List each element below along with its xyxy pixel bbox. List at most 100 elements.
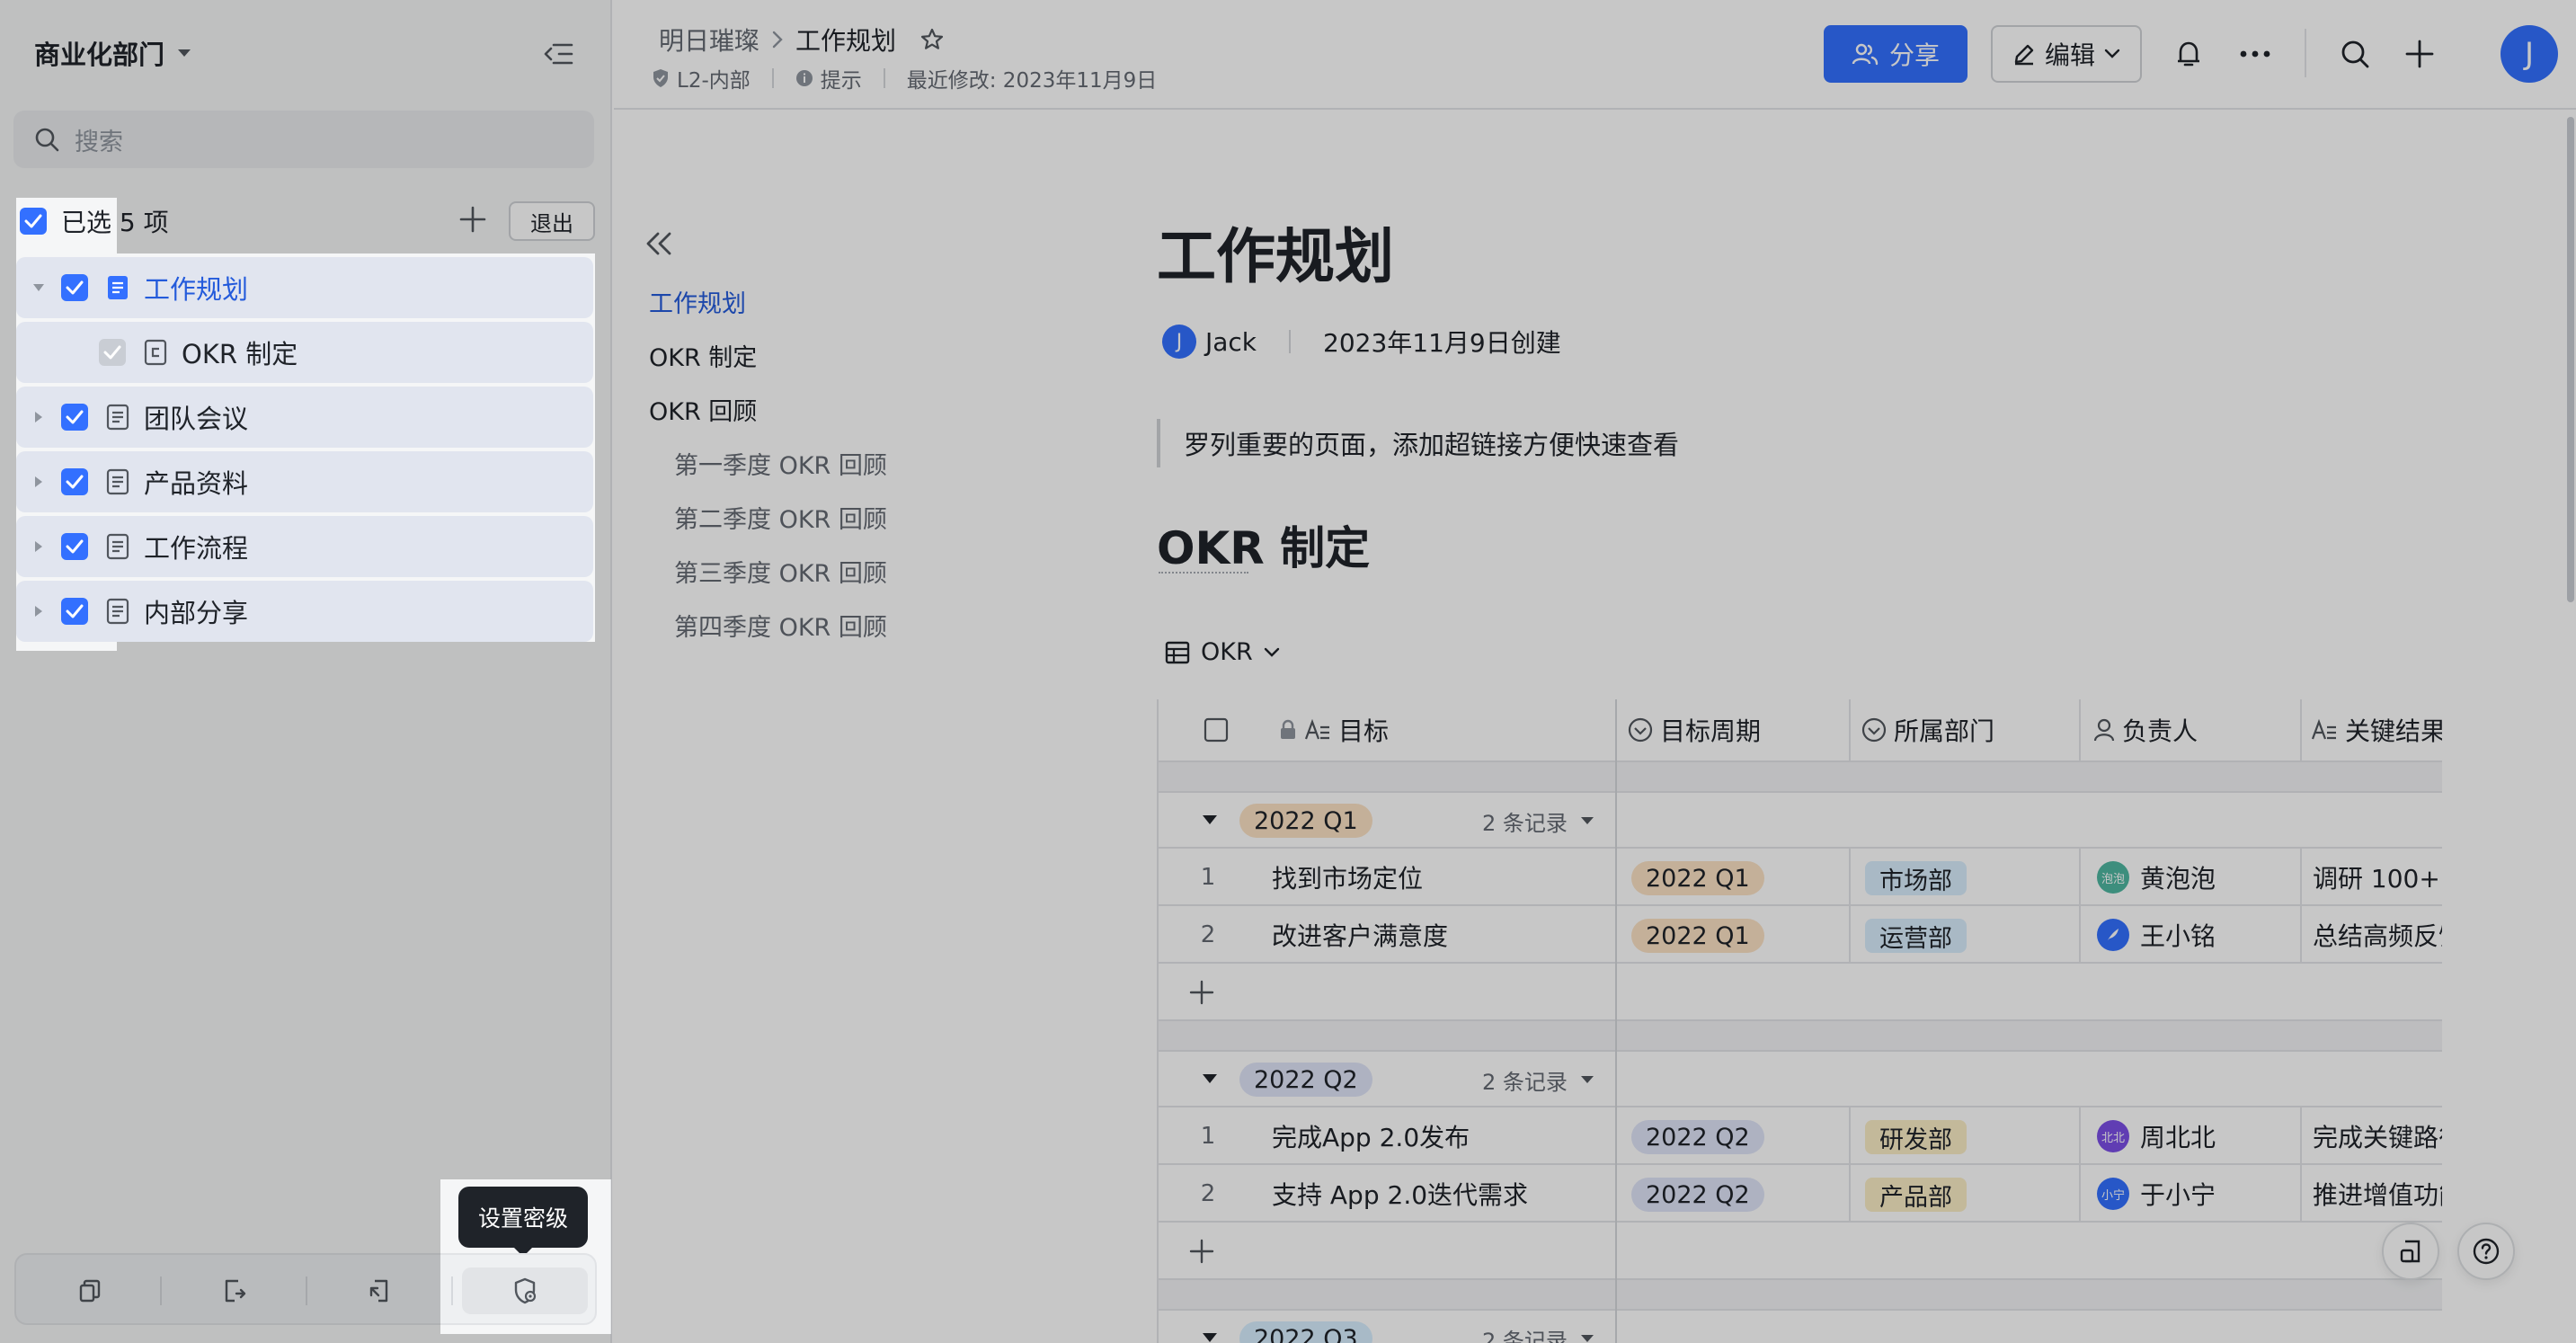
- tree-item-team-meeting[interactable]: 团队会议: [16, 387, 593, 448]
- move-button[interactable]: [171, 1267, 297, 1314]
- add-row-button[interactable]: [1159, 1223, 2442, 1280]
- star-icon[interactable]: [919, 27, 945, 52]
- dept-tag[interactable]: 产品部: [1865, 1178, 1967, 1212]
- period-tag[interactable]: 2022 Q1: [1631, 919, 1764, 953]
- period-tag[interactable]: 2022 Q2: [1631, 1178, 1764, 1212]
- toc-item[interactable]: OKR 回顾: [649, 392, 757, 427]
- doc-info-button[interactable]: [2382, 1223, 2439, 1280]
- toc-subitem[interactable]: 第二季度 OKR 回顾: [674, 500, 887, 535]
- toc-subitem[interactable]: 第四季度 OKR 回顾: [674, 608, 887, 643]
- quote-block[interactable]: 罗列重要的页面，添加超链接方便快速查看: [1157, 419, 1679, 467]
- owner-cell[interactable]: 北北 周北北: [2097, 1107, 2216, 1165]
- workspace-switcher[interactable]: 商业化部门: [34, 34, 191, 72]
- tree-item-product-docs[interactable]: 产品资料: [16, 451, 593, 512]
- expand-right-icon[interactable]: [27, 411, 50, 423]
- table-view-selector[interactable]: OKR: [1165, 638, 1280, 666]
- group-header[interactable]: 2022 Q1 2 条记录: [1159, 793, 2442, 849]
- plus-icon: [1189, 1239, 1214, 1264]
- group-count[interactable]: 2 条记录: [1482, 1052, 1594, 1107]
- table-row[interactable]: 2 改进客户满意度 2022 Q1 运营部 王小铭 总结高频反馈: [1159, 906, 2442, 964]
- collapse-group-icon[interactable]: [1202, 1073, 1218, 1084]
- expand-down-icon[interactable]: [27, 283, 50, 292]
- key-result-cell[interactable]: 推进增值功能: [2313, 1165, 2442, 1223]
- toc-item[interactable]: 工作规划: [649, 284, 746, 319]
- group-header[interactable]: 2022 Q3 2 条记录: [1159, 1311, 2442, 1343]
- search-input[interactable]: 搜索: [13, 111, 594, 168]
- goal-cell[interactable]: 改进客户满意度: [1272, 906, 1448, 964]
- breadcrumb-current[interactable]: 工作规划: [795, 22, 896, 58]
- shortcut-button[interactable]: [316, 1267, 442, 1314]
- edit-mode-button[interactable]: 编辑: [1991, 25, 2142, 83]
- tree-checkbox[interactable]: [61, 533, 88, 560]
- key-result-cell[interactable]: 调研 100+ 行: [2313, 849, 2442, 906]
- copy-button[interactable]: [27, 1267, 153, 1314]
- goal-cell[interactable]: 支持 App 2.0迭代需求: [1272, 1165, 1528, 1223]
- search-icon[interactable]: [2333, 32, 2376, 76]
- column-header-key-results[interactable]: 关键结果: [2302, 699, 2442, 762]
- owner-cell[interactable]: 小宁 于小宁: [2097, 1165, 2216, 1223]
- group-count[interactable]: 2 条记录: [1482, 793, 1594, 849]
- key-result-cell[interactable]: 总结高频反馈: [2313, 906, 2442, 964]
- created-date: 2023年11月9日创建: [1323, 328, 1561, 358]
- hint-label[interactable]: 提示: [821, 63, 862, 93]
- doc-title[interactable]: 工作规划: [1157, 209, 1394, 295]
- key-result-cell[interactable]: 完成关键路径: [2313, 1107, 2442, 1165]
- tree-item-workflow[interactable]: 工作流程: [16, 516, 593, 577]
- column-header-goal[interactable]: 目标: [1159, 699, 1615, 762]
- help-button[interactable]: [2457, 1223, 2515, 1280]
- tree-checkbox[interactable]: [61, 274, 88, 301]
- tree-checkbox[interactable]: [61, 468, 88, 495]
- goal-cell[interactable]: 完成App 2.0发布: [1272, 1107, 1470, 1165]
- breadcrumb-parent[interactable]: 明日璀璨: [659, 22, 759, 58]
- dept-tag[interactable]: 市场部: [1865, 861, 1967, 895]
- column-header-owner[interactable]: 负责人: [2081, 699, 2300, 762]
- expand-right-icon[interactable]: [27, 605, 50, 618]
- tree-item-okr[interactable]: OKR 制定: [16, 322, 593, 383]
- more-icon[interactable]: [2234, 32, 2277, 76]
- toc-subitem[interactable]: 第三季度 OKR 回顾: [674, 554, 887, 589]
- user-avatar[interactable]: J: [2500, 25, 2558, 83]
- plus-icon[interactable]: [2398, 32, 2441, 76]
- security-level-label[interactable]: L2-内部: [677, 63, 751, 93]
- row-select-all-checkbox[interactable]: [1204, 717, 1229, 743]
- tree-checkbox[interactable]: [99, 339, 126, 366]
- section-heading[interactable]: OKR 制定: [1157, 512, 1370, 577]
- owner-cell[interactable]: 王小铭: [2097, 906, 2216, 964]
- toc-item[interactable]: OKR 制定: [649, 338, 757, 373]
- dept-tag[interactable]: 研发部: [1865, 1120, 1967, 1154]
- table-row[interactable]: 1 完成App 2.0发布 2022 Q2 研发部 北北 周北北 完成关键路径: [1159, 1107, 2442, 1165]
- lock-icon: [1279, 719, 1297, 741]
- set-security-level-button[interactable]: [462, 1267, 588, 1314]
- tree-checkbox[interactable]: [61, 404, 88, 431]
- share-button[interactable]: 分享: [1824, 25, 1968, 83]
- tree-checkbox[interactable]: [61, 598, 88, 625]
- dept-tag[interactable]: 运营部: [1865, 919, 1967, 953]
- table-row[interactable]: 1 找到市场定位 2022 Q1 市场部 泡泡 黄泡泡 调研 100+ 行: [1159, 849, 2442, 906]
- select-all-checkbox[interactable]: [20, 208, 47, 235]
- collapse-toc-icon[interactable]: [644, 230, 674, 257]
- collapse-sidebar-icon[interactable]: [543, 40, 575, 68]
- collapse-group-icon[interactable]: [1202, 1332, 1218, 1343]
- group-count[interactable]: 2 条记录: [1482, 1311, 1594, 1343]
- column-header-period[interactable]: 目标周期: [1617, 699, 1849, 762]
- tree-item-work-plan[interactable]: 工作规划: [16, 257, 593, 318]
- exit-selection-button[interactable]: 退出: [509, 201, 595, 241]
- author-avatar[interactable]: J: [1162, 325, 1196, 359]
- collapse-group-icon[interactable]: [1202, 814, 1218, 825]
- column-header-dept[interactable]: 所属部门: [1851, 699, 2079, 762]
- add-row-button[interactable]: [1159, 964, 2442, 1021]
- bell-icon[interactable]: [2167, 32, 2210, 76]
- tree-item-internal-share[interactable]: 内部分享: [16, 581, 593, 642]
- period-tag[interactable]: 2022 Q1: [1631, 861, 1764, 895]
- expand-right-icon[interactable]: [27, 540, 50, 553]
- author-name[interactable]: Jack: [1205, 327, 1257, 357]
- table-row[interactable]: 2 支持 App 2.0迭代需求 2022 Q2 产品部 小宁 于小宁 推进增值…: [1159, 1165, 2442, 1223]
- group-header[interactable]: 2022 Q2 2 条记录: [1159, 1052, 2442, 1107]
- expand-right-icon[interactable]: [27, 476, 50, 488]
- goal-cell[interactable]: 找到市场定位: [1272, 849, 1423, 906]
- vertical-scrollbar[interactable]: [2567, 117, 2574, 602]
- period-tag[interactable]: 2022 Q2: [1631, 1120, 1764, 1154]
- owner-cell[interactable]: 泡泡 黄泡泡: [2097, 849, 2216, 906]
- toc-subitem[interactable]: 第一季度 OKR 回顾: [674, 446, 887, 481]
- add-icon[interactable]: [458, 205, 487, 234]
